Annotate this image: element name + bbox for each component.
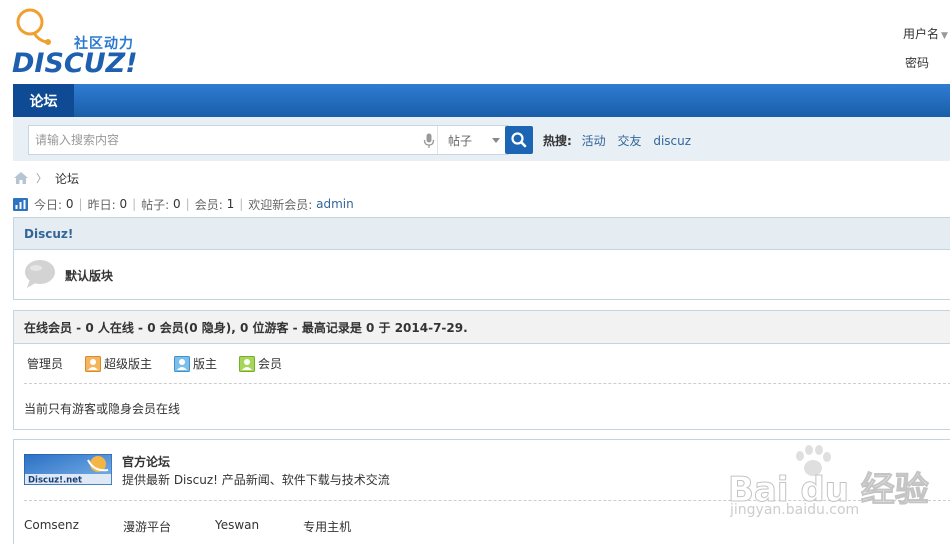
microphone-icon[interactable]: [423, 133, 435, 149]
online-members: 在线会员 - 0 人在线 - 0 会员(0 隐身), 0 位游客 - 最高记录是…: [13, 310, 950, 430]
partner-description: 提供最新 Discuz! 产品新闻、软件下载与技术交流: [122, 473, 390, 487]
member-legend: 管理员 超级版主 版主 会员: [27, 355, 304, 372]
text-link[interactable]: 漫游平台: [123, 518, 171, 535]
search-bar: 帖子 热搜: 活动 交友 discuz: [13, 117, 950, 161]
legend-moderator: 版主: [174, 355, 217, 372]
bar-chart-icon: [13, 197, 28, 211]
partner-title-link[interactable]: 官方论坛: [122, 453, 170, 470]
legend-admin: 管理员: [27, 357, 64, 371]
legend-super-moderator: 超级版主: [85, 355, 152, 372]
search-icon: [511, 132, 527, 148]
search-input[interactable]: [29, 126, 419, 154]
hot-search-term[interactable]: 活动: [582, 134, 606, 148]
forum-bubble-icon[interactable]: [24, 259, 56, 289]
hot-search-label: 热搜:: [543, 134, 572, 148]
online-note: 当前只有游客或隐身会员在线: [24, 402, 181, 416]
moderator-icon: [174, 355, 191, 372]
forum-group-header: Discuz!: [14, 218, 950, 250]
text-link[interactable]: Comsenz: [24, 518, 79, 535]
logo-wordmark: DISCUZ!: [12, 48, 138, 79]
forum-group-title[interactable]: Discuz!: [24, 227, 73, 241]
super-moderator-icon: [85, 355, 102, 372]
chevron-down-icon: [492, 138, 500, 143]
breadcrumb-separator: 〉: [36, 172, 47, 185]
legend-member: 会员: [239, 355, 282, 372]
forum-name-link[interactable]: 默认版块: [65, 267, 113, 284]
forum-group: Discuz! 默认版块: [13, 217, 950, 300]
hot-search-term[interactable]: discuz: [653, 134, 691, 148]
search-button[interactable]: [505, 126, 533, 154]
chevron-down-icon: ▼: [941, 31, 948, 41]
hot-search-term[interactable]: 交友: [617, 134, 641, 148]
online-members-header[interactable]: 在线会员 - 0 人在线 - 0 会员(0 隐身), 0 位游客 - 最高记录是…: [14, 311, 950, 344]
svg-text:Discuz!.net: Discuz!.net: [28, 476, 82, 486]
search-type-select[interactable]: 帖子: [437, 126, 509, 154]
forum-row: 默认版块: [14, 250, 950, 300]
partner-logo[interactable]: Discuz!.net: [24, 454, 112, 485]
discuz-logo[interactable]: 社区动力 DISCUZ!: [12, 8, 152, 80]
member-icon: [239, 355, 256, 372]
lightbulb-icon: [16, 8, 51, 45]
search-box: 帖子: [28, 125, 509, 155]
header: 社区动力 DISCUZ! 用户名 ▼ 密码: [0, 0, 950, 84]
divider: [24, 500, 950, 501]
breadcrumb: 〉 论坛: [13, 170, 79, 186]
divider: [24, 383, 950, 384]
username-field-label[interactable]: 用户名 ▼: [903, 25, 948, 42]
forum-stats: 今日: 0 | 昨日: 0 | 帖子: 0 | 会员: 1 | 欢迎新会员: a…: [13, 196, 354, 212]
friend-links: Discuz!.net 官方论坛 提供最新 Discuz! 产品新闻、软件下载与…: [13, 439, 950, 544]
home-icon[interactable]: [13, 171, 29, 185]
nav-tab-forum[interactable]: 论坛: [13, 84, 74, 117]
newest-member-link[interactable]: admin: [316, 197, 354, 211]
hot-search: 热搜: 活动 交友 discuz: [543, 132, 699, 149]
text-link[interactable]: Yeswan: [215, 518, 259, 535]
password-field-label[interactable]: 密码: [905, 54, 929, 71]
main-nav: 论坛: [13, 84, 950, 117]
text-links: Comsenz 漫游平台 Yeswan 专用主机: [24, 518, 395, 535]
text-link[interactable]: 专用主机: [303, 518, 351, 535]
breadcrumb-current: 论坛: [55, 171, 80, 186]
